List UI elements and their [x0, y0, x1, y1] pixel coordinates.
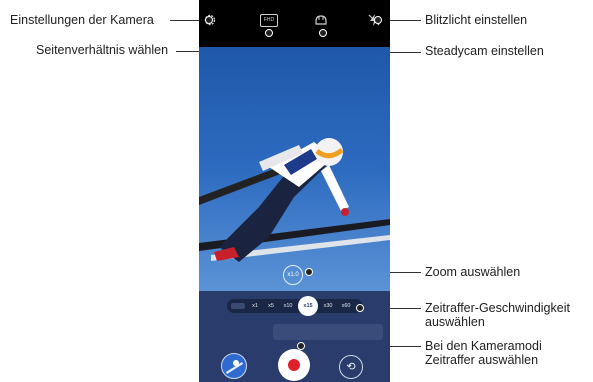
callout-steadycam: Steadycam einstellen [425, 44, 544, 58]
speed-option-x30[interactable]: x30 [321, 299, 335, 313]
steadycam-icon[interactable] [313, 13, 329, 27]
camera-viewfinder[interactable]: x1.0 [199, 47, 390, 291]
camera-switch-icon[interactable]: ⟲ [339, 355, 363, 379]
record-button[interactable] [278, 349, 310, 381]
callout-camera-settings: Einstellungen der Kamera [10, 13, 154, 27]
marker-flash [374, 16, 382, 24]
callout-timelapse-speed-line2: auswählen [425, 315, 485, 329]
speed-option-x15-selected[interactable]: x15 [298, 296, 318, 316]
camera-mode-strip[interactable] [273, 324, 383, 340]
callout-camera-modes-line1: Bei den Kameramodi [425, 339, 542, 353]
callout-zoom: Zoom auswählen [425, 265, 521, 279]
marker-steadycam [319, 29, 327, 37]
camera-top-bar: FHD [199, 0, 390, 47]
aspect-ratio-button[interactable]: FHD [260, 14, 278, 27]
gallery-thumbnail[interactable] [221, 353, 247, 379]
speed-option-x60[interactable]: x60 [339, 299, 353, 313]
marker-camera-settings [205, 16, 213, 24]
speed-option-x5[interactable]: x5 [265, 299, 277, 313]
timelapse-speed-selector[interactable]: x1 x5 x10 x15 x30 x60 [227, 296, 363, 316]
record-icon [288, 359, 300, 371]
speed-option-x10[interactable]: x10 [281, 299, 295, 313]
speed-option-x1[interactable]: x1 [249, 299, 261, 313]
callout-timelapse-speed-line1: Zeitraffer-Geschwindigkeit [425, 301, 570, 315]
ski-jumper-photo [199, 138, 390, 262]
marker-zoom [305, 268, 313, 276]
callout-aspect-ratio: Seitenverhältnis wählen [36, 43, 169, 57]
marker-camera-modes [297, 342, 305, 350]
zoom-label: x1.0 [287, 272, 299, 278]
phone-screen: FHD x1.0 x1 x5 x10 x15 x30 x60 ⟲ [199, 0, 390, 382]
marker-timelapse-speed [356, 304, 364, 312]
callout-camera-modes: Bei den Kameramodi Zeitraffer auswählen [425, 339, 542, 367]
zoom-button[interactable]: x1.0 [283, 265, 303, 285]
gallery-thumbnail-image [226, 360, 243, 374]
aspect-ratio-label: FHD [263, 17, 275, 23]
speed-handle[interactable] [231, 303, 245, 309]
marker-aspect-ratio [265, 29, 273, 37]
callout-camera-modes-line2: Zeitraffer auswählen [425, 353, 539, 367]
hand-icon [315, 15, 327, 25]
callout-flash: Blitzlicht einstellen [425, 13, 528, 27]
callout-timelapse-speed: Zeitraffer-Geschwindigkeit auswählen [425, 301, 570, 329]
